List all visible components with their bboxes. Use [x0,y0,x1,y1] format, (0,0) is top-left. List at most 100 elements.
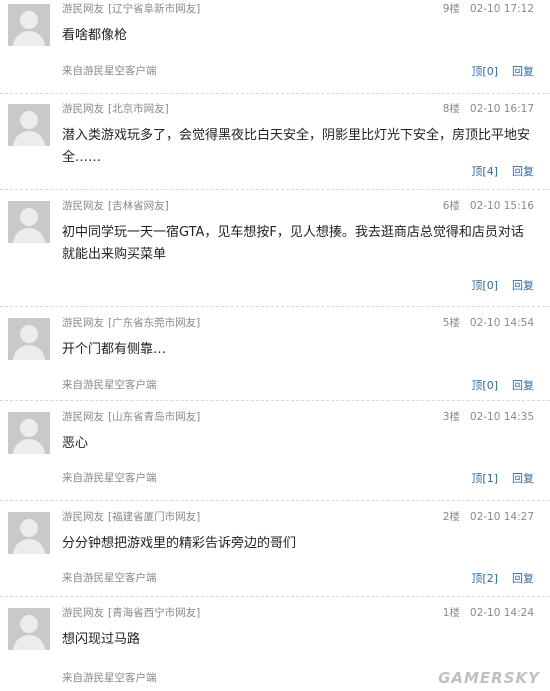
floor-number: 8楼 [442,103,460,115]
avatar-body [13,439,45,454]
avatar-body [13,345,45,360]
avatar-body [13,635,45,650]
comment-divider [0,596,550,597]
like-button[interactable]: 顶[2] [471,572,498,585]
floor-number: 5楼 [442,317,460,329]
comment-location: [青海省西宁市网友] [108,607,201,619]
avatar-head [20,208,38,226]
comment-location: [山东省青岛市网友] [108,411,201,423]
comment-time: 02-10 14:24 [469,607,534,619]
comment-source: 来自游民星空客户端 [62,572,157,584]
avatar-head [20,519,38,537]
user-avatar-icon[interactable] [8,608,50,650]
comment-username[interactable]: 游民网友 [62,317,104,329]
comment-actions: 顶[0] 回复 [471,377,534,393]
comment-text: 想闪现过马路 [62,632,141,647]
comment-meta: 1楼 02-10 14:24 [443,605,534,620]
user-avatar-icon[interactable] [8,4,50,46]
like-button[interactable]: 顶[1] [471,472,498,485]
avatar-head [20,615,38,633]
avatar-head [20,111,38,129]
avatar-body [13,131,45,146]
comment-location: [辽宁省阜新市网友] [108,3,201,15]
user-avatar-icon[interactable] [8,412,50,454]
gamersky-watermark: GAMERSKY [438,669,540,687]
comment-divider [0,306,550,307]
comment-text: 分分钟想把游戏里的精彩告诉旁边的哥们 [62,536,297,551]
comment-source: 来自游民星空客户端 [62,65,157,77]
comment-location: [吉林省网友] [108,200,169,212]
comment-divider [0,189,550,190]
reply-button[interactable]: 回复 [512,279,534,292]
comment-author: 游民网友 [青海省西宁市网友] [62,605,200,620]
like-button[interactable]: 顶[0] [471,279,498,292]
comment-time: 02-10 15:16 [469,200,534,212]
comment-text: 看啥都像枪 [62,28,128,43]
user-avatar-icon[interactable] [8,512,50,554]
avatar-head [20,419,38,437]
reply-button[interactable]: 回复 [512,165,534,178]
comment-meta: 8楼 02-10 16:17 [443,101,534,116]
comment-text: 潜入类游戏玩多了，会觉得黑夜比白天安全，阴影里比灯光下安全，房顶比平地安全…… [62,128,531,165]
comment-author: 游民网友 [福建省厦门市网友] [62,509,200,524]
comment-author: 游民网友 [山东省青岛市网友] [62,409,200,424]
avatar-body [13,228,45,243]
comment-divider [0,400,550,401]
comment-actions: 顶[4] 回复 [471,163,534,179]
reply-button[interactable]: 回复 [512,65,534,78]
comment-username[interactable]: 游民网友 [62,511,104,523]
comment-meta: 3楼 02-10 14:35 [443,409,534,424]
comment-username[interactable]: 游民网友 [62,3,104,15]
user-avatar-icon[interactable] [8,104,50,146]
comment-author: 游民网友 [北京市网友] [62,101,169,116]
reply-button[interactable]: 回复 [512,379,534,392]
comment-actions: 顶[1] 回复 [471,470,534,486]
comment-username[interactable]: 游民网友 [62,103,104,115]
avatar-body [13,539,45,554]
comment-meta: 5楼 02-10 14:54 [443,315,534,330]
comment-time: 02-10 16:17 [469,103,534,115]
comment-actions: 顶[2] 回复 [471,570,534,586]
comment-text: 恶心 [62,436,89,451]
comment-actions: 顶[0] 回复 [471,277,534,293]
avatar-body [13,31,45,46]
comment-divider [0,93,550,94]
floor-number: 3楼 [442,411,460,423]
comment-meta: 2楼 02-10 14:27 [443,509,534,524]
comment-username[interactable]: 游民网友 [62,607,104,619]
comment-meta: 9楼 02-10 17:12 [443,1,534,16]
avatar-head [20,325,38,343]
comment-location: [北京市网友] [108,103,169,115]
user-avatar-icon[interactable] [8,318,50,360]
comment-text: 开个门都有侧靠… [62,342,167,357]
comment-author: 游民网友 [辽宁省阜新市网友] [62,1,200,16]
comment-author: 游民网友 [广东省东莞市网友] [62,315,200,330]
comment-source: 来自游民星空客户端 [62,672,157,684]
reply-button[interactable]: 回复 [512,472,534,485]
like-button[interactable]: 顶[0] [471,379,498,392]
user-avatar-icon[interactable] [8,201,50,243]
comment-location: [广东省东莞市网友] [108,317,201,329]
comment-divider [0,500,550,501]
comment-text: 初中同学玩一天一宿GTA，见车想按F，见人想揍。我去逛商店总觉得和店员对话就能出… [62,225,524,262]
floor-number: 6楼 [442,200,460,212]
comment-source: 来自游民星空客户端 [62,379,157,391]
comment-username[interactable]: 游民网友 [62,200,104,212]
comment-actions: 顶[0] 回复 [471,63,534,79]
comment-meta: 6楼 02-10 15:16 [443,198,534,213]
like-button[interactable]: 顶[0] [471,65,498,78]
comment-time: 02-10 14:54 [469,317,534,329]
avatar-head [20,11,38,29]
comment-location: [福建省厦门市网友] [108,511,201,523]
floor-number: 2楼 [442,511,460,523]
like-button[interactable]: 顶[4] [471,165,498,178]
reply-button[interactable]: 回复 [512,572,534,585]
comment-source: 来自游民星空客户端 [62,472,157,484]
comment-author: 游民网友 [吉林省网友] [62,198,169,213]
floor-number: 9楼 [442,3,460,15]
comment-username[interactable]: 游民网友 [62,411,104,423]
comment-time: 02-10 14:35 [469,411,534,423]
floor-number: 1楼 [442,607,460,619]
comment-time: 02-10 14:27 [469,511,534,523]
comment-time: 02-10 17:12 [469,3,534,15]
